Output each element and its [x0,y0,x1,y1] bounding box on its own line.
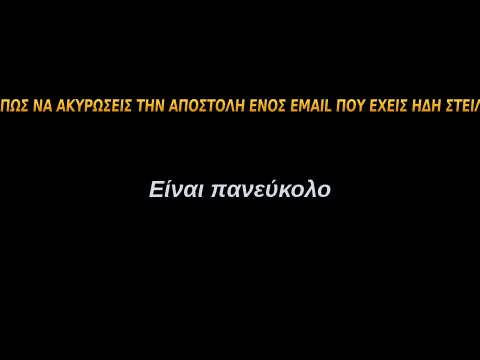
slide-subheading: Είναι πανεύκολο [148,176,332,202]
slide-heading: ΠΩΣ ΝΑ ΑΚΥΡΩΣΕΙΣ ΤΗΝ ΑΠΟΣΤΟΛΗ ΕΝΟΣ EMAIL… [0,95,480,116]
title-slide: ΠΩΣ ΝΑ ΑΚΥΡΩΣΕΙΣ ΤΗΝ ΑΠΟΣΤΟΛΗ ΕΝΟΣ EMAIL… [0,0,480,360]
